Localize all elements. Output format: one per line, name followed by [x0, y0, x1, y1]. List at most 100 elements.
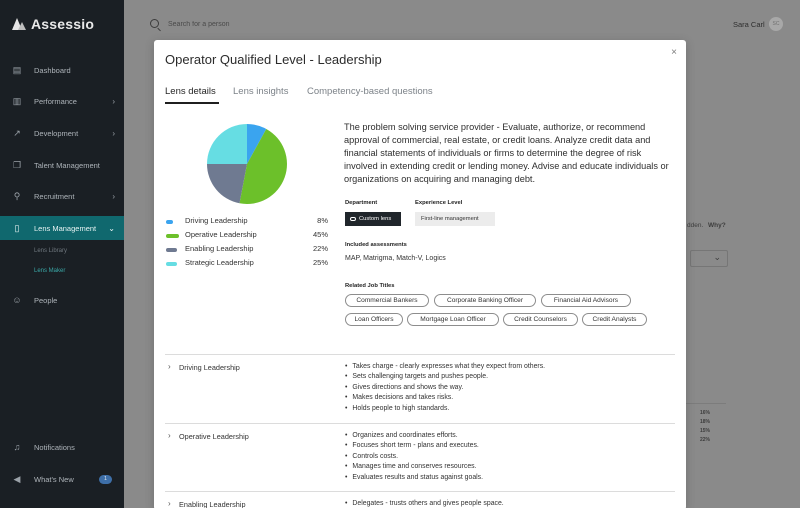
pie-slice-strategic — [207, 124, 247, 164]
active-tab-indicator — [165, 102, 219, 104]
background-divider — [686, 403, 726, 404]
tab-lens-details[interactable]: Lens details — [165, 86, 216, 97]
sidebar-item-label: Development — [34, 128, 79, 138]
bar-chart-icon: ▥ — [12, 96, 22, 106]
sidebar-item-dashboard[interactable]: ▤ Dashboard — [0, 58, 124, 82]
dashboard-icon: ▤ — [12, 65, 22, 75]
why-link[interactable]: Why? — [708, 222, 726, 229]
search-icon — [150, 19, 159, 28]
sidebar-item-recruitment[interactable]: ⚲ Recruitment › — [0, 184, 124, 208]
background-select[interactable] — [690, 250, 728, 267]
chevron-right-icon: › — [112, 96, 115, 106]
accordion-bullets-operative: Organizes and coordinates efforts. Focus… — [345, 431, 483, 483]
modal-title: Operator Qualified Level - Leadership — [165, 52, 382, 67]
legend-swatch — [166, 262, 177, 266]
legend-row-operative: Operative Leadership 45% — [166, 230, 328, 242]
background-percent: 15% — [700, 428, 711, 434]
avatar[interactable]: SC — [769, 17, 783, 31]
add-user-icon: ⚲ — [13, 191, 21, 201]
sidebar-item-lens-management[interactable]: ▯ Lens Management ⌄ — [0, 216, 124, 240]
list-item: Evaluates results and status against goa… — [345, 473, 483, 483]
sidebar-item-label: Lens Management — [34, 223, 97, 233]
job-title-tag: Financial Aid Advisors — [541, 294, 631, 307]
list-item: Manages time and conserves resources. — [345, 462, 483, 472]
legend-swatch — [166, 220, 173, 224]
divider — [165, 423, 675, 424]
chevron-right-icon[interactable]: › — [168, 499, 171, 508]
legend-row-driving: Driving Leadership 8% — [166, 216, 328, 228]
close-icon[interactable]: × — [668, 47, 680, 59]
whats-new-badge: 1 — [99, 474, 112, 484]
department-chip: Custom lens — [345, 212, 401, 226]
tab-competency-questions[interactable]: Competency-based questions — [307, 86, 433, 97]
sidebar-subitem-lens-library[interactable]: Lens Library — [34, 248, 67, 254]
search-input[interactable] — [168, 17, 368, 31]
bell-icon: ♫ — [13, 442, 21, 452]
legend-value: 45% — [312, 230, 328, 239]
background-hidden-text: dden. — [687, 222, 704, 229]
list-item: Delegates - trusts others and gives peop… — [345, 499, 503, 508]
sidebar-item-notifications[interactable]: ♫ Notifications — [0, 435, 124, 459]
sidebar-subitem-lens-maker[interactable]: Lens Maker — [34, 268, 65, 274]
app-name: Assessio — [31, 16, 95, 32]
accordion-title-driving[interactable]: Driving Leadership — [179, 363, 240, 372]
sidebar-item-label: Talent Management — [34, 160, 100, 170]
accordion-title-enabling[interactable]: Enabling Leadership — [179, 500, 246, 508]
list-item: Focuses short term - plans and executes. — [345, 441, 483, 451]
legend-value: 22% — [312, 244, 328, 253]
job-title-tag: Credit Analysts — [582, 313, 647, 326]
megaphone-icon: ◀ — [13, 474, 21, 484]
lens-description: The problem solving service provider - E… — [344, 122, 669, 184]
list-item: Makes decisions and takes risks. — [345, 393, 545, 403]
list-item: Takes charge - clearly expresses what th… — [345, 362, 545, 372]
divider — [165, 491, 675, 492]
assessments-value: MAP, Matrigma, Match-V, Logics — [345, 255, 446, 262]
list-item: Holds people to high standards. — [345, 404, 545, 414]
job-title-tag: Loan Officers — [345, 313, 403, 326]
department-value: Custom lens — [359, 216, 392, 222]
sidebar: Assessio ▤ Dashboard ▥ Performance › ↗ D… — [0, 0, 124, 508]
sidebar-item-people[interactable]: ☺ People — [0, 288, 124, 312]
department-label: Department — [345, 200, 378, 206]
cards-icon: ❐ — [12, 160, 22, 170]
chevron-down-icon: ⌄ — [108, 223, 115, 233]
accordion-bullets-enabling: Delegates - trusts others and gives peop… — [345, 499, 503, 508]
sidebar-item-development[interactable]: ↗ Development › — [0, 121, 124, 145]
book-icon: ▯ — [14, 223, 20, 233]
job-title-tag: Corporate Banking Officer — [434, 294, 536, 307]
logo-icon — [12, 18, 26, 30]
legend-label: Enabling Leadership — [185, 244, 254, 253]
chevron-right-icon: › — [112, 128, 115, 138]
sidebar-item-label: What's New — [34, 474, 74, 484]
legend-row-enabling: Enabling Leadership 22% — [166, 244, 328, 256]
list-item: Organizes and coordinates efforts. — [345, 431, 483, 441]
people-icon: ☺ — [12, 295, 22, 305]
leadership-pie-chart — [207, 124, 287, 204]
sidebar-item-label: People — [34, 295, 58, 305]
link-icon — [350, 217, 356, 221]
chevron-right-icon[interactable]: › — [168, 362, 171, 371]
user-name[interactable]: Sara Carl — [733, 20, 765, 29]
accordion-title-operative[interactable]: Operative Leadership — [179, 432, 249, 441]
legend-label: Operative Leadership — [185, 230, 257, 239]
accordion-bullets-driving: Takes charge - clearly expresses what th… — [345, 362, 545, 414]
job-title-tag: Commercial Bankers — [345, 294, 429, 307]
app-logo[interactable]: Assessio — [12, 16, 94, 32]
experience-chip: First-line management — [415, 212, 495, 226]
sidebar-item-whats-new[interactable]: ◀ What's New 1 — [0, 467, 124, 491]
list-item: Sets challenging targets and pushes peop… — [345, 372, 545, 382]
legend-row-strategic: Strategic Leadership 25% — [166, 258, 328, 270]
job-titles-label: Related Job Titles — [345, 283, 395, 289]
legend-label: Driving Leadership — [185, 216, 248, 225]
legend-label: Strategic Leadership — [185, 258, 254, 267]
assessments-label: Included assessments — [345, 242, 407, 248]
job-title-tag: Mortgage Loan Officer — [407, 313, 499, 326]
sidebar-item-label: Performance — [34, 96, 77, 106]
sidebar-item-performance[interactable]: ▥ Performance › — [0, 89, 124, 113]
tab-lens-insights[interactable]: Lens insights — [233, 86, 288, 97]
sidebar-item-label: Dashboard — [34, 65, 71, 75]
chevron-right-icon[interactable]: › — [168, 431, 171, 440]
sidebar-item-talent-management[interactable]: ❐ Talent Management — [0, 153, 124, 177]
experience-label: Experience Level — [415, 200, 463, 206]
legend-value: 8% — [317, 216, 328, 225]
